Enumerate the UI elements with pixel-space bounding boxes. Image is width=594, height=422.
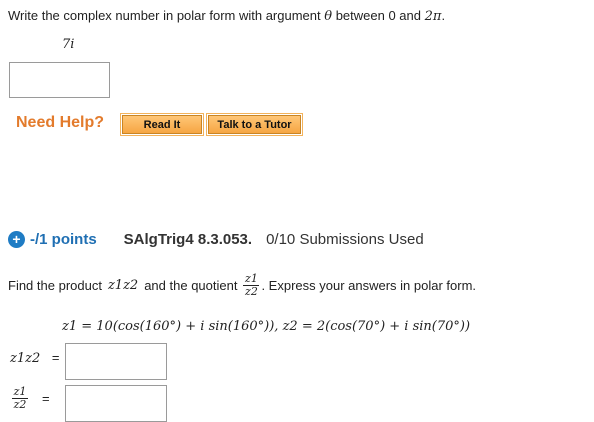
given-values: z1 = 10(cos(160°) + i sin(160°)), z2 = 2… (62, 318, 470, 334)
quotient-label-fraction: z1 z2 (12, 386, 28, 411)
quotient-answer-label: z1 z2 = (10, 386, 50, 411)
fraction-denominator: z2 (245, 285, 258, 298)
quotient-denominator: z2 (13, 398, 27, 411)
product-answer-input[interactable] (65, 343, 167, 380)
theta-symbol: θ (324, 9, 333, 24)
submissions-used: 0/10 Submissions Used (266, 230, 424, 248)
product-answer-label: z1z2 = (10, 350, 59, 366)
talk-to-tutor-button[interactable]: Talk to a Tutor (206, 113, 303, 136)
expand-plus-icon[interactable]: + (8, 230, 25, 248)
question-2-header: + -/1 points SAlgTrig4 8.3.053. 0/10 Sub… (8, 229, 424, 249)
find-suffix: . Express your answers in polar form. (261, 278, 477, 293)
course-id: SAlgTrig4 8.3.053. (123, 230, 253, 248)
quotient-answer-input[interactable] (65, 385, 167, 422)
product-label: z1z2 (10, 351, 41, 366)
quotient-numerator: z1 (13, 385, 27, 398)
product-expression: z1z2 (107, 278, 139, 293)
quotient-fraction: z1 z2 (243, 272, 260, 298)
find-prefix: Find the product (8, 278, 102, 293)
complex-number-expression: 7i (62, 37, 75, 52)
prompt-text-mid: between 0 and (335, 8, 421, 23)
question-2-prompt: Find the product z1z2 and the quotient z… (8, 273, 476, 298)
two-pi: 2π (424, 9, 442, 24)
points-label[interactable]: -/1 points (30, 231, 97, 248)
find-mid: and the quotient (144, 278, 238, 293)
prompt-period: . (441, 8, 446, 23)
answer-input-q1[interactable] (9, 62, 110, 98)
read-it-button[interactable]: Read It (120, 113, 204, 136)
fraction-numerator: z1 (245, 272, 258, 285)
equals-sign-2: = (42, 391, 50, 406)
equals-sign: = (51, 350, 60, 365)
need-help-label: Need Help? (16, 114, 105, 131)
given-expression: z1 = 10(cos(160°) + i sin(160°)), z2 = 2… (62, 319, 471, 334)
prompt-text-start: Write the complex number in polar form w… (8, 8, 321, 23)
question-1-prompt: Write the complex number in polar form w… (8, 8, 445, 24)
